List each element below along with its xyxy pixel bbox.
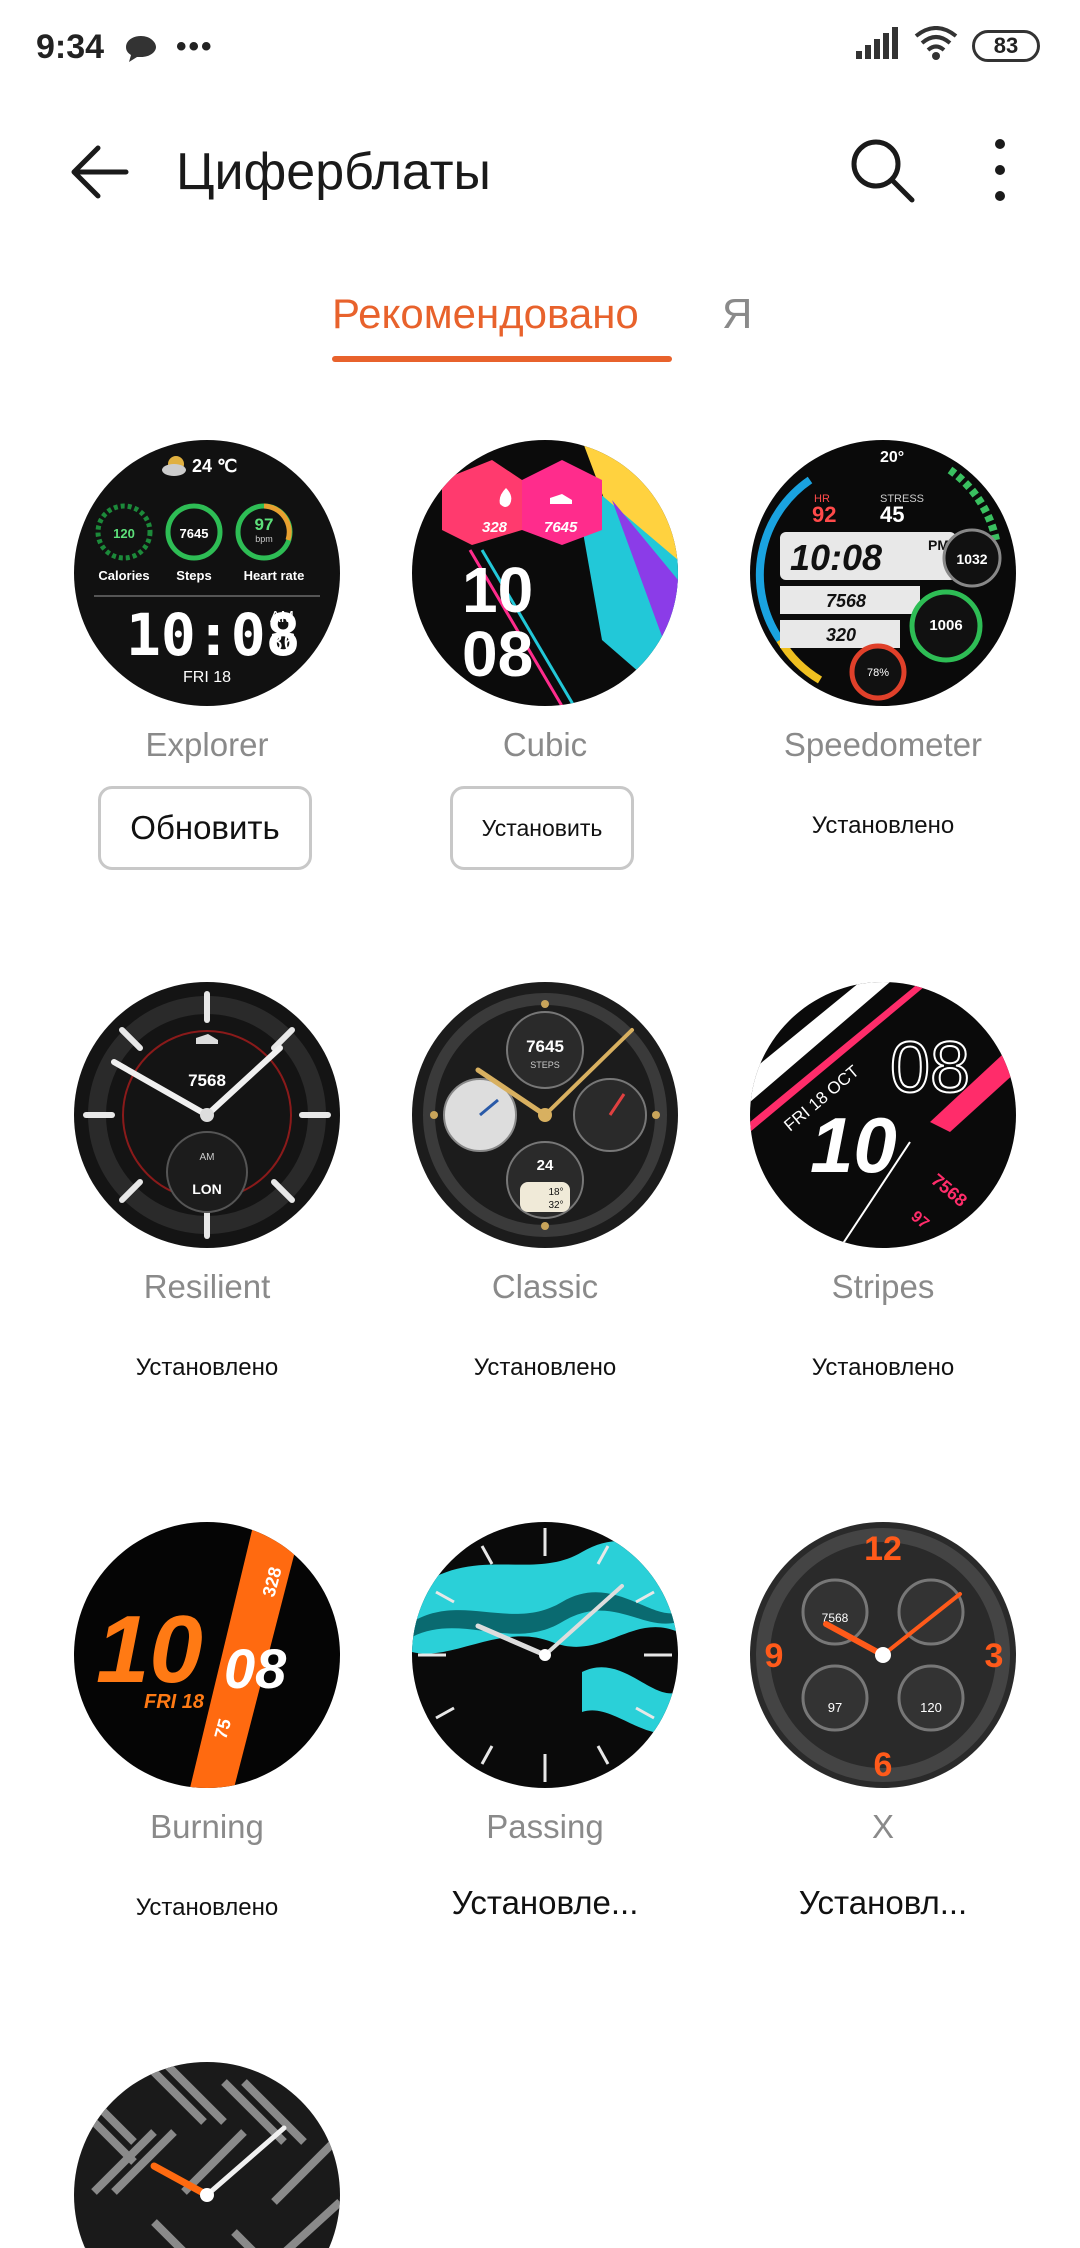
installed-status: Установлено [135,1354,279,1381]
resilient-steps: 7568 [188,1071,226,1090]
classic-temp-high: 18° [548,1187,563,1198]
installed-status: Установле... [451,1884,639,1921]
installed-status: Установлено [811,812,955,839]
wifi-icon [914,26,958,65]
explorer-calories-label: Calories [98,568,149,583]
watchface-name: Passing [486,1808,604,1845]
speedo-baro: 1032 [956,551,987,567]
cubic-hour: 10 [462,554,533,626]
speedo-alti: 1006 [929,617,962,634]
status-more-dots: ••• [176,30,214,63]
watchface-preview-pattern[interactable] [74,2062,340,2248]
explorer-steps-value: 7645 [180,526,209,541]
cubic-minute: 08 [462,618,533,690]
speedo-temp: 20° [880,449,904,466]
tab-me[interactable]: Я [722,290,752,338]
search-icon[interactable] [846,134,918,206]
watchface-preview-speedometer[interactable]: 20° HR 92 STRESS 45 10:08 PM 1032 7568 3… [750,440,1016,706]
signal-icon [856,27,900,64]
explorer-hr-label: Heart rate [244,568,305,583]
battery-icon: 83 [972,29,1040,62]
watchface-name: Explorer [145,726,269,763]
watchface-preview-passing[interactable] [412,1522,678,1788]
explorer-calories-value: 120 [113,526,135,541]
more-vertical-icon[interactable] [970,134,1030,206]
tab-recommended[interactable]: Рекомендовано [332,290,639,338]
explorer-temp: 24 ℃ [192,456,237,476]
speedo-battery: 78% [867,667,889,679]
back-arrow-icon[interactable] [64,136,136,208]
tab-active-indicator [332,356,672,362]
watchface-name: X [871,1808,894,1845]
watchface-name: Classic [491,1268,599,1305]
cubic-cal: 328 [482,519,508,536]
installed-status: Установлено [811,1354,955,1381]
speedo-cal: 320 [826,625,856,645]
speedo-stress: 45 [880,502,904,527]
status-bar: 9:34 ••• 83 [0,0,1080,96]
watchface-preview-resilient[interactable]: 7568 AM LON [74,982,340,1248]
burning-date: FRI 18 [144,1691,205,1713]
chat-icon [124,34,158,69]
installed-status: Установлено [473,1354,617,1381]
stripes-minute: 08 [890,1028,970,1108]
app-bar: Циферблаты [0,96,1080,246]
resilient-ampm: AM [200,1152,215,1163]
x-numeral-12: 12 [864,1530,902,1568]
classic-steps-label: STEPS [530,1060,560,1070]
tab-bar: Рекомендовано Я [0,280,1080,370]
explorer-steps-label: Steps [176,568,211,583]
install-button[interactable]: Установить [450,786,634,870]
installed-status: Установлено [135,1894,279,1921]
cubic-steps: 7645 [544,519,578,536]
watchface-preview-burning[interactable]: 10 08 FRI 18 328 75 [74,1522,340,1788]
watchface-preview-explorer[interactable]: 24 ℃ 120 7645 97 bpm Calories Steps Hear… [74,440,340,706]
update-button[interactable]: Обновить [98,786,312,870]
explorer-date: FRI 18 [183,669,231,686]
burning-minute: 08 [224,1637,287,1700]
x-numeral-6: 6 [874,1746,893,1784]
speedo-time: 10:08 [790,537,882,578]
watchface-name: Speedometer [783,726,983,763]
explorer-seconds: 36 [270,631,297,656]
explorer-ampm: AM [270,609,294,626]
watchface-name: Burning [150,1808,264,1845]
installed-status: Установл... [798,1884,968,1921]
watchface-preview-classic[interactable]: 7645 STEPS 24 18° 32° [412,982,678,1248]
watchface-preview-cubic[interactable]: 328 7645 10 08 [412,440,678,706]
speedo-hr: 92 [812,502,836,527]
watchface-preview-x[interactable]: 12 3 6 9 7568 97 120 [750,1522,1016,1788]
x-numeral-3: 3 [985,1637,1004,1675]
page-title: Циферблаты [176,143,491,201]
x-cal: 120 [920,1700,942,1715]
watchface-name: Stripes [831,1268,935,1305]
burning-hour: 10 [96,1596,203,1703]
x-numeral-9: 9 [765,1637,784,1675]
explorer-hr-value: 97 [255,515,274,534]
watchface-name: Resilient [143,1268,271,1305]
resilient-city: LON [192,1181,222,1197]
speedo-steps: 7568 [826,591,866,611]
classic-steps: 7645 [526,1037,564,1056]
classic-temp-low: 32° [548,1200,563,1211]
explorer-hr-unit: bpm [255,534,273,544]
watchface-name: Cubic [502,726,588,763]
stripes-hour: 10 [810,1101,897,1189]
x-hr: 97 [828,1700,842,1715]
status-time: 9:34 [36,28,105,66]
watchface-preview-stripes[interactable]: FRI 18 OCT 10 08 7568 97 [750,982,1016,1248]
classic-day: 24 [537,1157,554,1174]
